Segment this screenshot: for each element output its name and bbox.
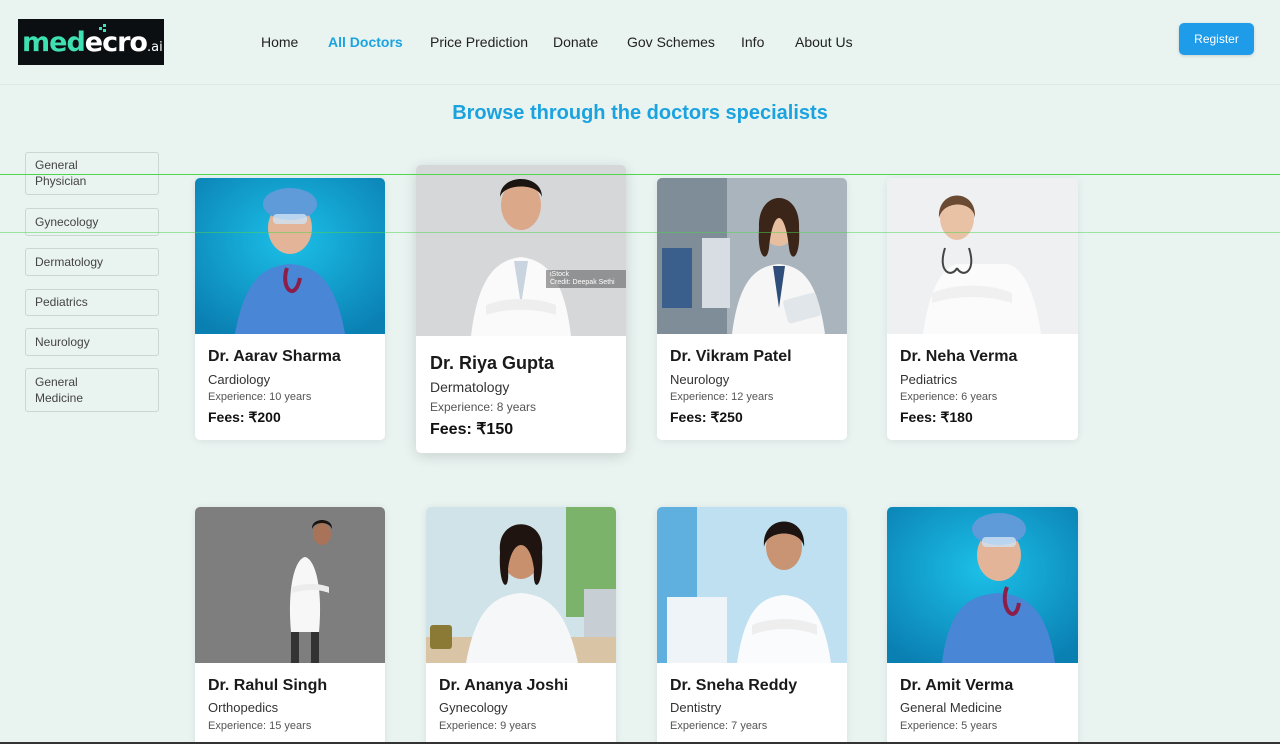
doctor-name: Dr. Aarav Sharma <box>208 348 341 365</box>
doctor-photo <box>426 507 616 663</box>
doctor-card[interactable]: Dr. Amit Verma General Medicine Experien… <box>887 507 1078 744</box>
doctor-specialty: General Medicine <box>900 700 1002 715</box>
sidebar-item-label: Dermatology <box>35 255 104 269</box>
doctor-name: Dr. Rahul Singh <box>208 677 328 694</box>
doctor-photo <box>195 507 385 663</box>
page-title: Browse through the doctors specialists <box>452 102 828 124</box>
nav-info[interactable]: Info <box>741 34 764 50</box>
sidebar-item-general-medicine[interactable]: General Medicine <box>25 368 159 412</box>
doctor-fees: Fees: ₹200 <box>208 409 281 425</box>
watermark-credit: Credit: Deepak Sethi <box>550 279 615 286</box>
doctor-photo <box>657 507 847 663</box>
sidebar-item-label: Pediatrics <box>35 295 88 309</box>
doctor-card[interactable]: Dr. Aarav Sharma Cardiology Experience: … <box>195 178 385 440</box>
doctor-photo <box>887 178 1078 334</box>
doctor-specialty: Cardiology <box>208 372 271 387</box>
doctor-card[interactable]: Dr. Vikram Patel Neurology Experience: 1… <box>657 178 847 440</box>
doctor-photo <box>887 507 1078 663</box>
doctor-experience: Experience: 5 years <box>900 720 998 732</box>
nav-gov-schemes[interactable]: Gov Schemes <box>627 34 715 50</box>
register-button[interactable]: Register <box>1179 23 1254 55</box>
nav-donate[interactable]: Donate <box>553 34 598 50</box>
sidebar-item-neurology[interactable]: Neurology <box>25 328 159 356</box>
doctor-specialty: Orthopedics <box>208 700 279 715</box>
nav-all-doctors[interactable]: All Doctors <box>328 34 403 50</box>
sidebar-item-label: Medicine <box>35 391 84 405</box>
sidebar-item-label: Physician <box>35 174 87 188</box>
top-navbar: medecro.ai Home All Doctors Price Predic… <box>0 0 1280 85</box>
doctor-experience: Experience: 15 years <box>208 720 312 732</box>
doctor-photo: iStock Credit: Deepak Sethi <box>416 165 626 336</box>
watermark-label: iStock <box>550 271 570 278</box>
doctor-fees: Fees: ₹180 <box>900 409 973 425</box>
sidebar-item-dermatology[interactable]: Dermatology <box>25 248 159 276</box>
doctor-fees: Fees: ₹150 <box>430 421 514 438</box>
nav-price-prediction[interactable]: Price Prediction <box>430 34 528 50</box>
doctor-specialty: Dentistry <box>670 700 722 715</box>
doctor-experience: Experience: 8 years <box>430 400 537 414</box>
logo-text: medecro.ai <box>22 26 163 58</box>
sidebar-item-pediatrics[interactable]: Pediatrics <box>25 289 159 316</box>
doctor-photo <box>195 178 385 334</box>
doctor-card-hovered[interactable]: iStock Credit: Deepak Sethi Dr. Riya Gup… <box>416 165 626 453</box>
doctor-photo <box>657 178 847 334</box>
stock-watermark: iStock Credit: Deepak Sethi <box>546 270 626 288</box>
guide-line <box>0 232 1280 233</box>
doctor-card[interactable]: Dr. Sneha Reddy Dentistry Experience: 7 … <box>657 507 847 744</box>
doctor-card[interactable]: Dr. Ananya Joshi Gynecology Experience: … <box>426 507 616 744</box>
doctor-experience: Experience: 9 years <box>439 720 537 732</box>
sidebar-item-label: General <box>35 375 78 389</box>
sidebar-item-label: Gynecology <box>35 215 99 229</box>
medecro-logo[interactable]: medecro.ai <box>18 19 164 65</box>
nav-about-us[interactable]: About Us <box>795 34 853 50</box>
doctor-name: Dr. Riya Gupta <box>430 353 555 373</box>
doctor-specialty: Neurology <box>670 372 730 387</box>
sidebar-item-label: Neurology <box>35 335 90 349</box>
doctor-experience: Experience: 12 years <box>670 391 774 403</box>
doctor-specialty: Pediatrics <box>900 372 958 387</box>
doctor-name: Dr. Amit Verma <box>900 677 1014 694</box>
doctor-experience: Experience: 7 years <box>670 720 768 732</box>
doctor-specialty: Dermatology <box>430 379 510 395</box>
doctor-card[interactable]: Dr. Rahul Singh Orthopedics Experience: … <box>195 507 385 744</box>
logo-dots-icon <box>99 24 107 32</box>
sidebar-item-label: General <box>35 158 78 172</box>
doctor-fees: Fees: ₹250 <box>670 409 743 425</box>
doctor-specialty: Gynecology <box>439 700 508 715</box>
guide-line <box>0 174 1280 175</box>
nav-home[interactable]: Home <box>261 34 298 50</box>
doctor-name: Dr. Ananya Joshi <box>439 677 569 694</box>
doctor-card[interactable]: Dr. Neha Verma Pediatrics Experience: 6 … <box>887 178 1078 440</box>
doctor-name: Dr. Sneha Reddy <box>670 677 798 694</box>
doctor-name: Dr. Neha Verma <box>900 348 1018 365</box>
doctor-experience: Experience: 6 years <box>900 391 998 403</box>
doctor-experience: Experience: 10 years <box>208 391 312 403</box>
doctor-name: Dr. Vikram Patel <box>670 348 792 365</box>
